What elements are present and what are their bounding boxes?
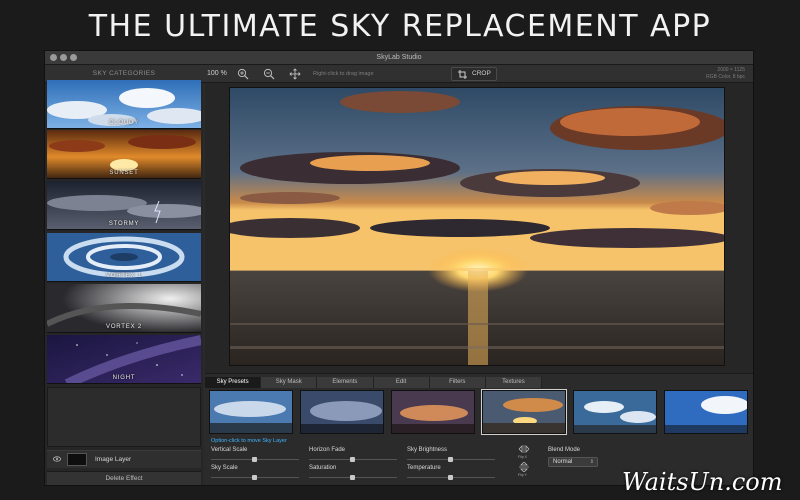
title-bar: SkyLab Studio: [45, 51, 753, 65]
category-sunset[interactable]: SUNSET: [47, 130, 201, 179]
sky-preset-selected[interactable]: [481, 389, 567, 435]
canvas-area: [205, 83, 753, 373]
saturation-label: Saturation: [309, 465, 337, 471]
horizon-fade-slider[interactable]: [309, 457, 397, 462]
drag-hint: Right-click to drag image: [313, 71, 374, 77]
watermark: WaitsUn.com: [622, 468, 783, 496]
tab-textures[interactable]: Textures: [485, 377, 543, 388]
move-icon[interactable]: [289, 68, 301, 80]
category-label: NIGHT: [112, 375, 136, 381]
flip-y-icon[interactable]: [518, 462, 530, 472]
option-click-hint: Option-click to move Sky Layer: [211, 438, 287, 444]
preset-thumbnail: [665, 391, 747, 433]
sky-presets-strip: [209, 389, 749, 435]
layers-panel: [47, 387, 201, 447]
slider-knob[interactable]: [252, 457, 257, 462]
saturation-slider[interactable]: [309, 475, 397, 480]
tab-elements[interactable]: Elements: [317, 377, 374, 388]
tab-sky-mask[interactable]: Sky Mask: [261, 377, 318, 388]
headline: THE ULTIMATE SKY REPLACEMENT APP: [88, 8, 712, 44]
preset-thumbnail: [574, 391, 656, 433]
flip-x-label: Flip X: [518, 455, 527, 459]
tab-filters[interactable]: Filters: [429, 377, 486, 388]
sky-preset[interactable]: [391, 390, 475, 434]
zoom-level[interactable]: 100 %: [207, 65, 227, 83]
zoom-out-icon[interactable]: [263, 68, 275, 80]
vertical-scale-slider[interactable]: [211, 457, 299, 462]
sky-scale-label: Sky Scale: [211, 465, 238, 471]
main-image[interactable]: [229, 87, 725, 366]
preset-thumbnail: [392, 391, 474, 433]
temperature-slider[interactable]: [407, 475, 495, 480]
delete-effect-button[interactable]: Delete Effect: [47, 471, 201, 485]
sky-preset[interactable]: [209, 390, 293, 434]
category-label: VORTEX 2: [106, 324, 142, 330]
sky-brightness-slider[interactable]: [407, 457, 495, 462]
blend-mode-value: Normal: [553, 459, 573, 465]
slider-knob[interactable]: [448, 457, 453, 462]
sky-preset[interactable]: [573, 390, 657, 434]
app-window: SkyLab Studio SKY CATEGORIES 100 % Right…: [44, 50, 754, 486]
preset-thumbnail: [210, 391, 292, 433]
category-stormy[interactable]: STORMY: [47, 181, 201, 230]
flip-y-label: Flip Y: [518, 473, 527, 477]
layer-label: Image Layer: [95, 456, 132, 463]
chevron-updown-icon: ⇕: [589, 459, 594, 465]
blend-mode-label: Blend Mode: [548, 447, 581, 453]
flip-x-icon[interactable]: [518, 444, 530, 454]
category-label: CLOUDY: [109, 120, 139, 126]
category-night[interactable]: NIGHT: [47, 335, 201, 384]
slider-knob[interactable]: [448, 475, 453, 480]
zoom-in-icon[interactable]: [237, 68, 249, 80]
vertical-scale-label: Vertical Scale: [211, 447, 248, 453]
panel-tabs: Sky Presets Sky Mask Elements Edit Filte…: [205, 377, 543, 388]
tab-sky-presets[interactable]: Sky Presets: [205, 377, 262, 388]
blend-mode-select[interactable]: Normal ⇕: [548, 457, 598, 467]
sky-scale-slider[interactable]: [211, 475, 299, 480]
crop-label: CROP: [472, 70, 491, 77]
image-size: 2000 × 1125: [717, 67, 745, 73]
preset-thumbnail: [483, 391, 565, 433]
image-layer-row[interactable]: Image Layer: [47, 450, 201, 468]
category-label: SUNSET: [109, 170, 139, 176]
window-title: SkyLab Studio: [376, 54, 422, 61]
horizon-fade-label: Horizon Fade: [309, 447, 346, 453]
slider-knob[interactable]: [350, 457, 355, 462]
image-info: 2000 × 1125 RGB Color, 8 bpc: [706, 67, 745, 81]
slider-knob[interactable]: [252, 475, 257, 480]
slider-knob[interactable]: [350, 475, 355, 480]
crop-button[interactable]: CROP: [451, 67, 497, 81]
category-label: STORMY: [108, 221, 140, 227]
temperature-label: Temperature: [407, 465, 441, 471]
sky-preset[interactable]: [664, 390, 748, 434]
preset-thumbnail: [301, 391, 383, 433]
category-vortex-1[interactable]: VORTEX 1: [47, 233, 201, 282]
tab-edit[interactable]: Edit: [373, 377, 430, 388]
sky-brightness-label: Sky Brightness: [407, 447, 448, 453]
sky-categories-sidebar: CLOUDY SUNSET STORMY VORTEX 1 VORTEX 2 N…: [45, 80, 203, 485]
color-info: RGB Color, 8 bpc: [706, 74, 745, 80]
category-cloudy[interactable]: CLOUDY: [47, 80, 201, 129]
category-label: VORTEX 1: [106, 273, 142, 279]
eye-icon[interactable]: [53, 456, 61, 462]
layer-thumbnail: [67, 453, 87, 466]
crop-icon: [458, 70, 467, 79]
sunset-ocean-image: [230, 88, 724, 365]
sky-preset[interactable]: [300, 390, 384, 434]
category-vortex-2[interactable]: VORTEX 2: [47, 284, 201, 333]
